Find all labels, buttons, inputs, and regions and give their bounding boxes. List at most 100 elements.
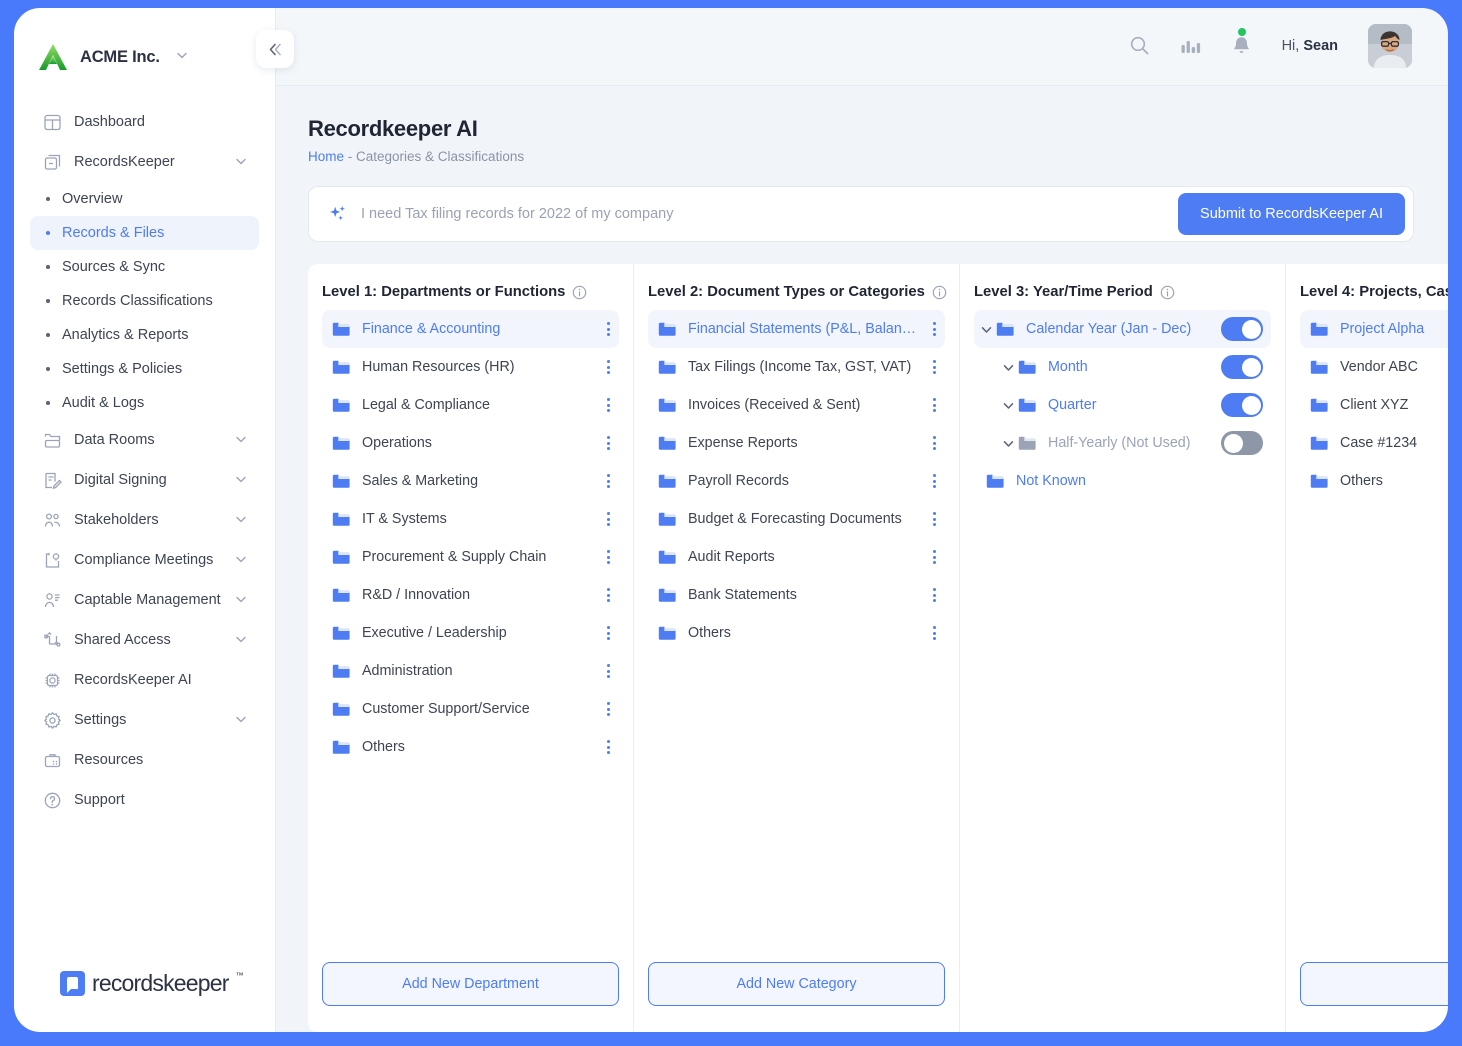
bar-chart-icon[interactable] — [1180, 36, 1201, 56]
table-row[interactable]: Financial Statements (P&L, Balan… — [648, 310, 945, 348]
row-menu-icon[interactable] — [597, 550, 611, 564]
sidebar-item-resources[interactable]: Resources — [30, 740, 259, 780]
row-menu-icon[interactable] — [923, 360, 937, 374]
table-row[interactable]: R&D / Innovation — [322, 576, 619, 614]
add-new-project-button[interactable]: Add New — [1300, 962, 1448, 1006]
table-row[interactable]: Budget & Forecasting Documents — [648, 500, 945, 538]
sidebar-subitem-audit-and-logs[interactable]: Audit & Logs — [30, 386, 259, 420]
search-icon[interactable] — [1129, 35, 1150, 56]
sidebar-item-data-rooms[interactable]: Data Rooms — [30, 420, 259, 460]
sidebar-item-dashboard[interactable]: Dashboard — [30, 102, 259, 142]
sidebar-item-shared-access[interactable]: Shared Access — [30, 620, 259, 660]
sidebar-item-settings[interactable]: Settings — [30, 700, 259, 740]
info-icon[interactable] — [1160, 285, 1175, 300]
sidebar-item-digital-signing[interactable]: Digital Signing — [30, 460, 259, 500]
chevron-down-icon[interactable] — [1000, 399, 1016, 412]
bell-icon[interactable] — [1231, 27, 1252, 57]
info-icon[interactable] — [932, 285, 947, 300]
chevron-down-icon[interactable] — [235, 473, 247, 488]
sidebar-item-compliance-meetings[interactable]: Compliance Meetings — [30, 540, 259, 580]
table-row[interactable]: Payroll Records — [648, 462, 945, 500]
chevron-down-icon[interactable] — [235, 633, 247, 648]
toggle-quarter[interactable] — [1221, 393, 1263, 417]
chevron-down-icon[interactable] — [1000, 437, 1016, 450]
row-menu-icon[interactable] — [597, 360, 611, 374]
table-row[interactable]: Invoices (Received & Sent) — [648, 386, 945, 424]
table-row[interactable]: Sales & Marketing — [322, 462, 619, 500]
table-row[interactable]: Audit Reports — [648, 538, 945, 576]
row-menu-icon[interactable] — [597, 626, 611, 640]
row-menu-icon[interactable] — [597, 664, 611, 678]
table-row[interactable]: Project Alpha — [1300, 310, 1448, 348]
toggle-month[interactable] — [1221, 355, 1263, 379]
table-row[interactable]: Operations — [322, 424, 619, 462]
row-menu-icon[interactable] — [923, 626, 937, 640]
sidebar-item-recordskeeper-ai[interactable]: RecordsKeeper AI — [30, 660, 259, 700]
brand-row[interactable]: ACME Inc. — [14, 6, 275, 80]
sidebar-item-recordskeeper[interactable]: RecordsKeeper — [30, 142, 259, 182]
row-menu-icon[interactable] — [923, 398, 937, 412]
table-row[interactable]: IT & Systems — [322, 500, 619, 538]
table-row[interactable]: Administration — [322, 652, 619, 690]
chevron-down-icon[interactable] — [235, 713, 247, 728]
sidebar-subitem-sources-and-sync[interactable]: Sources & Sync — [30, 250, 259, 284]
row-menu-icon[interactable] — [597, 512, 611, 526]
sidebar-subitem-records-classifications[interactable]: Records Classifications — [30, 284, 259, 318]
sidebar-item-stakeholders[interactable]: Stakeholders — [30, 500, 259, 540]
row-menu-icon[interactable] — [597, 436, 611, 450]
chevron-down-icon[interactable] — [235, 553, 247, 568]
sidebar-collapse-button[interactable] — [256, 30, 294, 68]
add-new-department-button[interactable]: Add New Department — [322, 962, 619, 1006]
sidebar-item-captable-management[interactable]: Captable Management — [30, 580, 259, 620]
tree-row-quarter[interactable]: Quarter — [974, 386, 1271, 424]
ai-prompt-text[interactable]: I need Tax filing records for 2022 of my… — [361, 206, 1178, 222]
table-row[interactable]: Human Resources (HR) — [322, 348, 619, 386]
table-row[interactable]: Others — [648, 614, 945, 652]
sidebar-item-support[interactable]: Support — [30, 780, 259, 820]
tree-row-calendar-year[interactable]: Calendar Year (Jan - Dec) — [974, 310, 1271, 348]
table-row[interactable]: Others — [322, 728, 619, 766]
chevron-down-icon[interactable] — [235, 513, 247, 528]
chevron-down-icon[interactable] — [1000, 361, 1016, 374]
chevron-down-icon[interactable] — [235, 155, 247, 170]
chevron-down-icon[interactable] — [978, 323, 994, 336]
table-row[interactable]: Case #1234 — [1300, 424, 1448, 462]
tree-row-month[interactable]: Month — [974, 348, 1271, 386]
row-menu-icon[interactable] — [597, 588, 611, 602]
chevron-down-icon[interactable] — [235, 593, 247, 608]
table-row[interactable]: Client XYZ — [1300, 386, 1448, 424]
row-menu-icon[interactable] — [597, 322, 611, 336]
row-menu-icon[interactable] — [597, 398, 611, 412]
sidebar-subitem-overview[interactable]: Overview — [30, 182, 259, 216]
chevron-down-icon[interactable] — [176, 48, 188, 66]
table-row[interactable]: Customer Support/Service — [322, 690, 619, 728]
table-row[interactable]: Expense Reports — [648, 424, 945, 462]
row-menu-icon[interactable] — [923, 588, 937, 602]
table-row[interactable]: Executive / Leadership — [322, 614, 619, 652]
row-menu-icon[interactable] — [923, 474, 937, 488]
row-menu-icon[interactable] — [597, 474, 611, 488]
sidebar-subitem-analytics-and-reports[interactable]: Analytics & Reports — [30, 318, 259, 352]
table-row[interactable]: Procurement & Supply Chain — [322, 538, 619, 576]
table-row[interactable]: Legal & Compliance — [322, 386, 619, 424]
tree-row-half-yearly[interactable]: Half-Yearly (Not Used) — [974, 424, 1271, 462]
row-menu-icon[interactable] — [923, 512, 937, 526]
avatar[interactable] — [1368, 23, 1412, 68]
submit-to-recordskeeper-ai-button[interactable]: Submit to RecordsKeeper AI — [1178, 193, 1405, 235]
tree-row-not-known[interactable]: Not Known — [974, 462, 1271, 500]
chevron-down-icon[interactable] — [235, 433, 247, 448]
row-menu-icon[interactable] — [597, 740, 611, 754]
add-new-category-button[interactable]: Add New Category — [648, 962, 945, 1006]
breadcrumb-home-link[interactable]: Home — [308, 149, 344, 164]
row-menu-icon[interactable] — [597, 702, 611, 716]
table-row[interactable]: Vendor ABC — [1300, 348, 1448, 386]
row-menu-icon[interactable] — [923, 436, 937, 450]
ai-prompt-bar[interactable]: I need Tax filing records for 2022 of my… — [308, 186, 1414, 242]
sidebar-subitem-records-and-files[interactable]: Records & Files — [30, 216, 259, 250]
row-menu-icon[interactable] — [923, 322, 937, 336]
info-icon[interactable] — [572, 285, 587, 300]
table-row[interactable]: Others — [1300, 462, 1448, 500]
table-row[interactable]: Tax Filings (Income Tax, GST, VAT) — [648, 348, 945, 386]
table-row[interactable]: Finance & Accounting — [322, 310, 619, 348]
row-menu-icon[interactable] — [923, 550, 937, 564]
